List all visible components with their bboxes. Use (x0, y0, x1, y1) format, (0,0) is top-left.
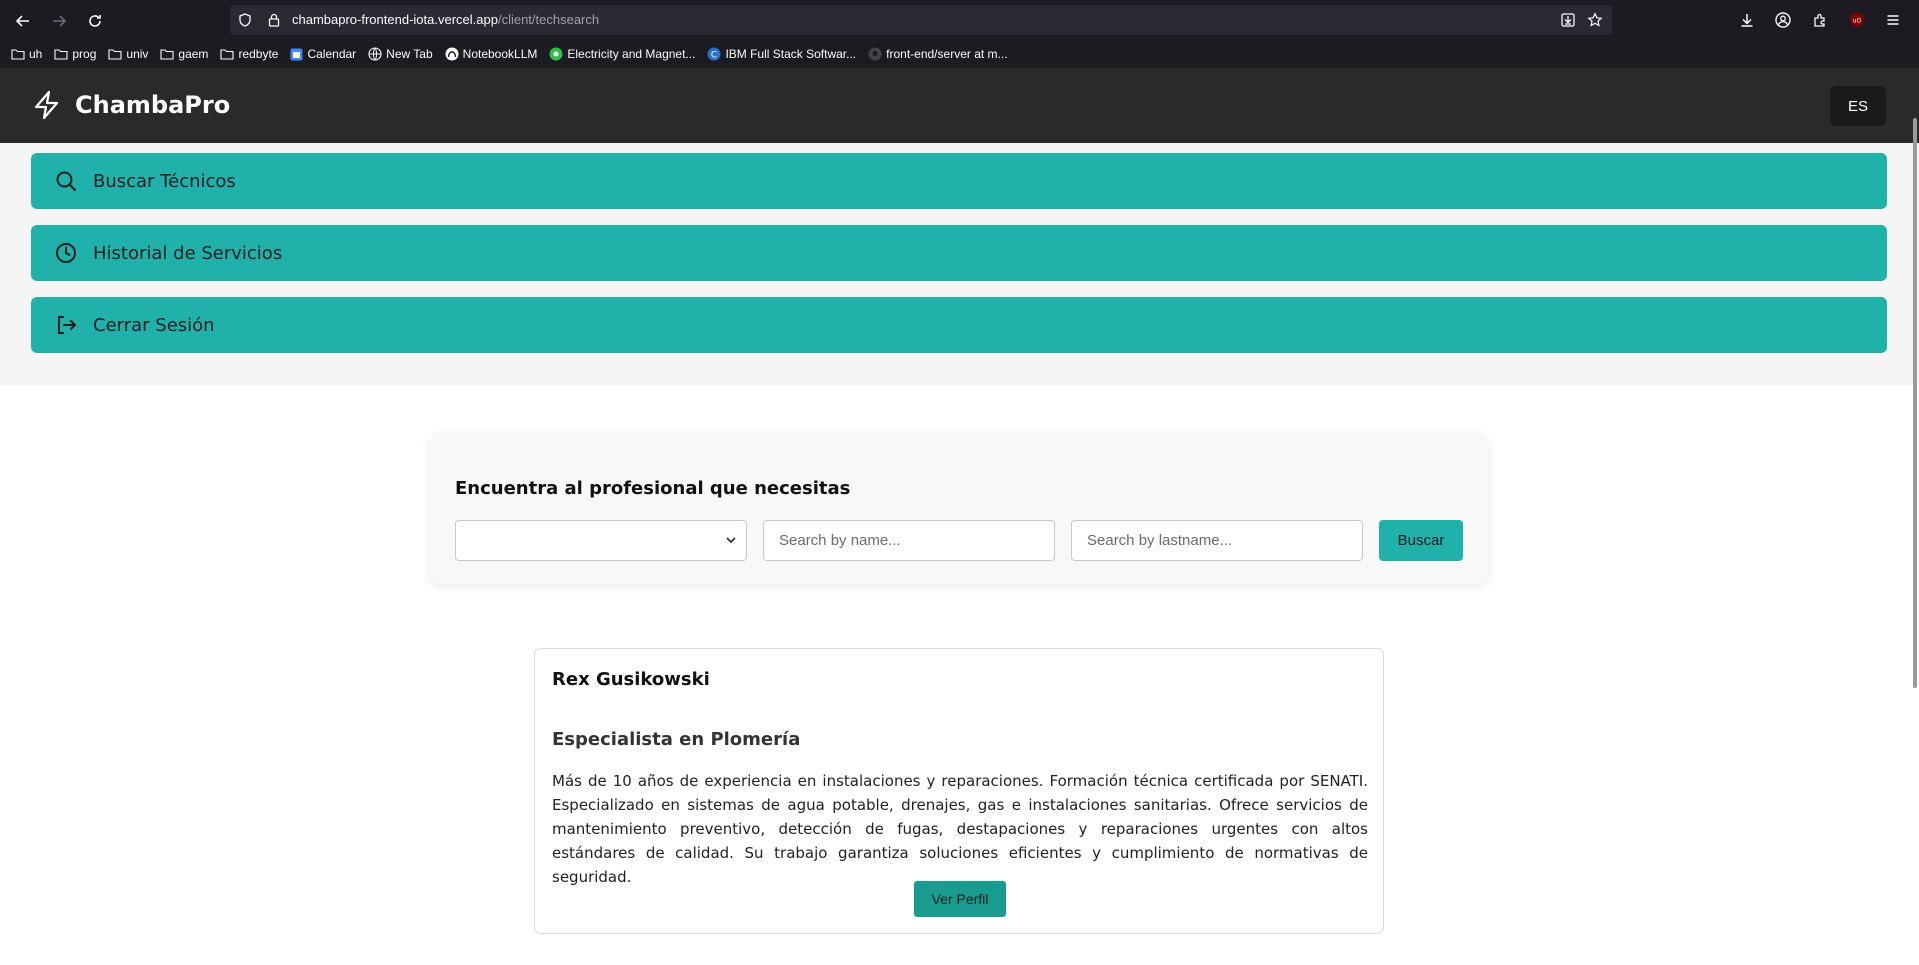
bookmark-new-tab[interactable]: New Tab (368, 47, 433, 61)
menu-label: Historial de Servicios (93, 242, 283, 264)
language-button[interactable]: ES (1830, 86, 1886, 126)
name-search-input[interactable] (763, 520, 1055, 561)
technician-name: Rex Gusikowski (552, 669, 710, 690)
site-favicon-icon (549, 47, 563, 61)
ublock-icon[interactable]: uO (1845, 8, 1869, 32)
url-path: /client/techsearch (497, 12, 600, 27)
extensions-icon[interactable] (1808, 8, 1832, 32)
bookmark-folder-gaem[interactable]: gaem (160, 47, 208, 61)
bookmark-folder-prog[interactable]: prog (54, 47, 96, 61)
search-icon (56, 171, 77, 192)
folder-icon (220, 49, 234, 60)
bookmark-github[interactable]: front-end/server at m... (868, 47, 1008, 61)
bookmark-star-icon[interactable] (1586, 11, 1604, 29)
account-icon[interactable] (1771, 8, 1795, 32)
lightning-icon (34, 90, 59, 120)
url-bar[interactable]: chambapro-frontend-iota.vercel.app/clien… (230, 5, 1612, 35)
app-header: ChambaPro ES (0, 68, 1919, 143)
browser-toolbar: chambapro-frontend-iota.vercel.app/clien… (0, 0, 1919, 40)
bookmark-label: uh (29, 47, 43, 61)
menu-label: Buscar Técnicos (93, 170, 236, 192)
bookmark-folder-univ[interactable]: univ (108, 47, 148, 61)
brand-name: ChambaPro (75, 91, 231, 119)
svg-text:uO: uO (1853, 18, 1862, 25)
bookmark-folder-uh[interactable]: uh (11, 47, 42, 61)
back-icon[interactable] (10, 8, 36, 34)
bookmark-label: gaem (178, 47, 209, 61)
browser-chrome: chambapro-frontend-iota.vercel.app/clien… (0, 0, 1919, 68)
client-menu: Buscar Técnicos Historial de Servicios C… (0, 143, 1919, 385)
category-select[interactable] (455, 520, 747, 561)
menu-logout[interactable]: Cerrar Sesión (31, 297, 1887, 353)
page-scrollbar[interactable] (1913, 118, 1917, 688)
bookmarks-bar: uh prog univ gaem redbyte Calendar New T… (0, 42, 1919, 66)
url-host: chambapro-frontend-iota.vercel.app (292, 12, 498, 27)
reader-download-icon[interactable] (1559, 11, 1577, 29)
search-title: Encuentra al profesional que necesitas (455, 478, 851, 499)
logout-icon (58, 316, 76, 334)
forward-icon[interactable] (46, 8, 72, 34)
bookmark-ibm[interactable]: C IBM Full Stack Softwar... (707, 47, 856, 61)
lastname-search-input[interactable] (1071, 520, 1363, 561)
bookmark-label: New Tab (386, 47, 433, 61)
shield-icon[interactable] (236, 11, 254, 29)
github-icon (868, 47, 882, 61)
notebooklm-icon (445, 47, 459, 61)
coursera-icon: C (707, 47, 721, 61)
calendar-icon (290, 48, 303, 60)
reload-icon[interactable] (82, 8, 108, 34)
menu-hamburger-icon[interactable] (1881, 8, 1905, 32)
menu-label: Cerrar Sesión (93, 314, 215, 336)
bookmark-label: Calendar (307, 47, 357, 61)
menu-search-technicians[interactable]: Buscar Técnicos (31, 153, 1887, 209)
clock-icon (56, 243, 76, 263)
search-button[interactable]: Buscar (1379, 520, 1463, 561)
bookmark-label: IBM Full Stack Softwar... (725, 47, 857, 61)
menu-service-history[interactable]: Historial de Servicios (31, 225, 1887, 281)
chevron-down-icon (726, 537, 736, 544)
folder-icon (54, 49, 68, 60)
view-profile-button[interactable]: Ver Perfil (914, 881, 1006, 917)
bookmark-notebookllm[interactable]: NotebookLLM (445, 47, 538, 61)
technician-description: Más de 10 años de experiencia en instala… (552, 772, 1368, 886)
bookmark-calendar[interactable]: Calendar (290, 47, 356, 61)
bookmark-label: redbyte (238, 47, 279, 61)
brand-logo[interactable]: ChambaPro (33, 90, 230, 120)
bookmark-electricity[interactable]: Electricity and Magnet... (549, 47, 695, 61)
url-text[interactable]: chambapro-frontend-iota.vercel.app/clien… (292, 12, 599, 27)
technician-card: Rex Gusikowski Especialista en Plomería … (534, 648, 1384, 934)
downloads-icon[interactable] (1735, 8, 1759, 32)
svg-text:C: C (711, 51, 717, 61)
bookmark-label: Electricity and Magnet... (567, 47, 696, 61)
bookmark-label: univ (126, 47, 149, 61)
folder-icon (160, 49, 174, 60)
folder-icon (108, 49, 122, 60)
bookmark-label: NotebookLLM (462, 47, 538, 61)
technician-specialty: Especialista en Plomería (552, 729, 801, 750)
lock-icon[interactable] (265, 11, 283, 29)
globe-icon (368, 47, 382, 61)
search-card: Encuentra al profesional que necesitas B… (430, 434, 1488, 584)
folder-icon (11, 49, 25, 60)
bookmark-folder-redbyte[interactable]: redbyte (220, 47, 278, 61)
bookmark-label: front-end/server at m... (886, 47, 1008, 61)
bookmark-label: prog (72, 47, 97, 61)
